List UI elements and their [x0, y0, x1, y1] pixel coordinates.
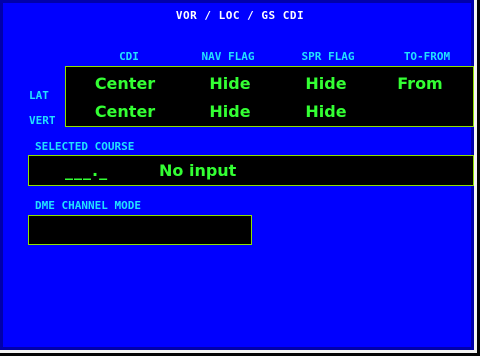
- selected-course-field[interactable]: ___._ No input: [28, 155, 474, 186]
- selected-course-dashes: ___._: [65, 161, 109, 180]
- lat-cdi-value[interactable]: Center: [80, 74, 170, 93]
- lat-nav-flag-value[interactable]: Hide: [185, 74, 275, 93]
- vert-nav-flag-value[interactable]: Hide: [185, 102, 275, 121]
- row-label-vert: VERT: [29, 114, 56, 127]
- row-label-lat: LAT: [29, 89, 49, 102]
- column-header-nav-flag: NAV FLAG: [201, 50, 255, 63]
- vert-spr-flag-value[interactable]: Hide: [281, 102, 371, 121]
- column-header-spr-flag: SPR FLAG: [301, 50, 355, 63]
- lat-to-from-value[interactable]: From: [375, 74, 465, 93]
- dme-channel-mode-field[interactable]: [28, 215, 252, 245]
- cdi-settings-grid: Center Hide Hide From Center Hide Hide: [65, 66, 474, 127]
- column-header-cdi: CDI: [119, 50, 139, 63]
- page-title: VOR / LOC / GS CDI: [175, 9, 305, 22]
- vert-cdi-value[interactable]: Center: [80, 102, 170, 121]
- cdi-config-panel: VOR / LOC / GS CDI CDI NAV FLAG SPR FLAG…: [0, 0, 474, 350]
- column-header-to-from: TO-FROM: [403, 50, 451, 63]
- lat-spr-flag-value[interactable]: Hide: [281, 74, 371, 93]
- selected-course-value: No input: [159, 161, 237, 180]
- dme-channel-mode-label: DME CHANNEL MODE: [35, 199, 141, 212]
- selected-course-label: SELECTED COURSE: [35, 140, 135, 153]
